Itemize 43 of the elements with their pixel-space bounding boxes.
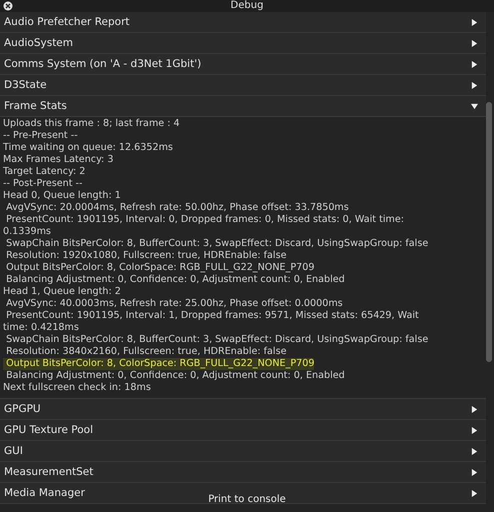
collapsed-arrow-icon [471,82,478,88]
window-title: Debug [230,0,264,12]
stat-line: Balancing Adjustment: 0, Confidence: 0, Adjustment count: 0, Enabled [5,274,345,286]
collapsed-arrow-icon [471,448,478,454]
stat-line: Max Frames Latency: 3 [3,154,114,166]
collapsed-arrow-icon [471,468,478,476]
section-header[interactable]: D3State [0,75,486,96]
stat-line: Resolution: 3840x2160, Fullscreen: true, HDREnable: false [5,346,286,358]
stat-line: Head 1, Queue length: 2 [3,286,121,298]
stat-line: Balancing Adjustment: 0, Confidence: 0, Adjustment count: 0, Enabled [5,370,345,382]
stat-line: Target Latency: 2 [3,166,86,178]
stat-line: Head 0, Queue length: 1 [3,190,121,202]
section-header[interactable]: MeasurementSet [0,462,486,483]
section-header[interactable]: GPU Texture Pool [0,420,486,441]
stat-line: SwapChain BitsPerColor: 8, BufferCount: 3, SwapEffect: Discard, UsingSwapGroup: false [5,334,428,346]
collapsed-arrow-icon [471,490,478,496]
stat-line: Resolution: 1920x1080, Fullscreen: true, HDREnable: false [5,250,286,262]
collapsed-arrow-icon [471,426,478,434]
stat-line: AvgVSync: 20.0004ms, Refresh rate: 50.00hz, Phase offset: 33.7850ms [5,202,349,214]
stat-line: AvgVSync: 40.0003ms, Refresh rate: 25.00hz, Phase offset: 0.0000ms [5,298,343,310]
print-to-console-button[interactable]: Print to console [204,493,290,506]
section-header[interactable]: Comms System (on 'A - d3Net 1Gbit') [0,54,486,75]
collapsed-arrow-icon [471,406,478,412]
stat-line: -- Pre-Present -- [3,130,78,142]
expanded-arrow-icon [471,102,478,110]
section-header[interactable]: AudioSystem [0,33,486,54]
collapsed-arrow-icon [471,18,478,26]
stat-line: Next fullscreen check in: 18ms [3,382,151,394]
section-header[interactable]: GUI [0,441,486,462]
stat-line: PresentCount: 1901195, Interval: 1, Dropped frames: 9571, Missed stats: 65429, Wait time: 0.4218ms [3,310,420,334]
collapsed-arrow-icon [471,40,478,46]
section-header[interactable]: Frame Stats [0,96,486,117]
stat-line: Time waiting on queue: 12.6352ms [3,142,173,154]
scrollbar-thumb[interactable] [486,102,492,362]
stat-line: PresentCount: 1901195, Interval: 0, Dropped frames: 0, Missed stats: 0, Wait time: 0.1339ms [3,214,406,238]
section-header[interactable]: GPGPU [0,399,486,420]
stat-line: Uploads this frame : 8; last frame : 4 [3,118,180,130]
stat-line: Output BitsPerColor: 8, ColorSpace: RGB_FULL_G22_NONE_P709 [5,262,314,274]
stat-line: -- Post-Present -- [3,178,82,190]
section-header[interactable]: Audio Prefetcher Report [0,12,486,33]
stat-line: SwapChain BitsPerColor: 8, BufferCount: 3, SwapEffect: Discard, UsingSwapGroup: false [5,238,428,250]
collapsed-arrow-icon [471,60,478,68]
close-icon[interactable] [3,1,13,11]
